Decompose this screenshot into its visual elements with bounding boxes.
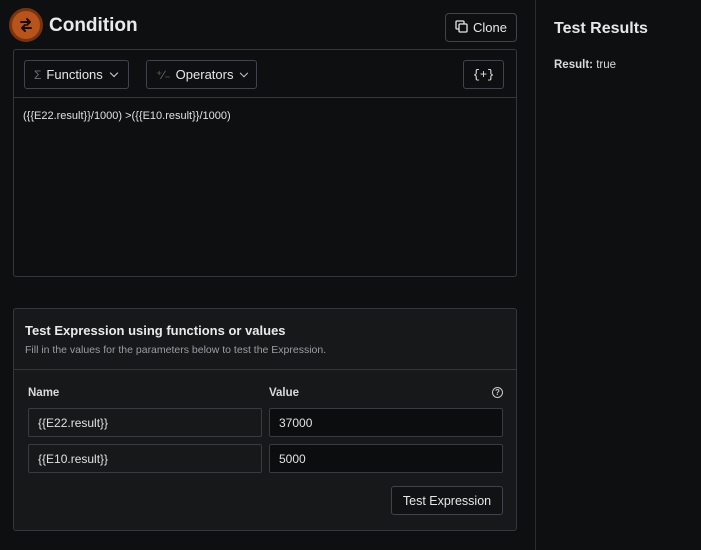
value-column-header: Value [269,387,300,399]
result-line: Result: true [554,59,616,71]
functions-label: Functions [46,67,103,82]
parameter-value-input[interactable]: 37000 [269,408,503,437]
test-card-header: Test Expression using functions or value… [14,309,516,370]
name-column-header: Name [28,387,60,399]
operators-dropdown[interactable]: ⁺∕₋ Operators [146,60,257,89]
test-card-subtitle: Fill in the values for the parameters be… [25,344,327,356]
test-expression-button[interactable]: Test Expression [391,486,503,515]
chevron-down-icon [109,68,119,78]
condition-panel: Condition Clone Σ Functions ⁺∕₋ Operator… [0,0,535,550]
test-expression-card: Test Expression using functions or value… [13,308,517,531]
condition-header: Condition Clone [0,0,535,50]
operators-icon: ⁺∕₋ [156,67,171,82]
results-title: Test Results [554,20,648,37]
copy-icon [455,19,468,36]
condition-icon [9,8,43,42]
parameter-name-field: {{E10.result}} [28,444,262,473]
chevron-down-icon [240,68,249,78]
clone-button[interactable]: Clone [445,13,517,42]
sigma-icon: Σ [34,67,42,82]
result-value: true [596,59,617,71]
clone-label: Clone [473,20,507,35]
insert-variable-button[interactable]: {+} [463,60,504,89]
test-card-title: Test Expression using functions or value… [25,323,286,338]
expression-editor: Σ Functions ⁺∕₋ Operators {+} ({{E22.res… [13,49,517,277]
functions-dropdown[interactable]: Σ Functions [24,60,129,89]
parameter-name-field: {{E22.result}} [28,408,262,437]
page-title: Condition [49,15,138,36]
operators-label: Operators [175,67,234,82]
test-results-panel: Test Results Result: true [536,0,701,550]
parameter-value-input[interactable]: 5000 [269,444,503,473]
editor-toolbar: Σ Functions ⁺∕₋ Operators {+} [14,50,516,98]
expression-text[interactable]: ({{E22.result}}/1000) >({{E10.result}}/1… [23,110,231,122]
help-icon[interactable]: ? [492,387,503,398]
result-label: Result: [554,59,593,71]
